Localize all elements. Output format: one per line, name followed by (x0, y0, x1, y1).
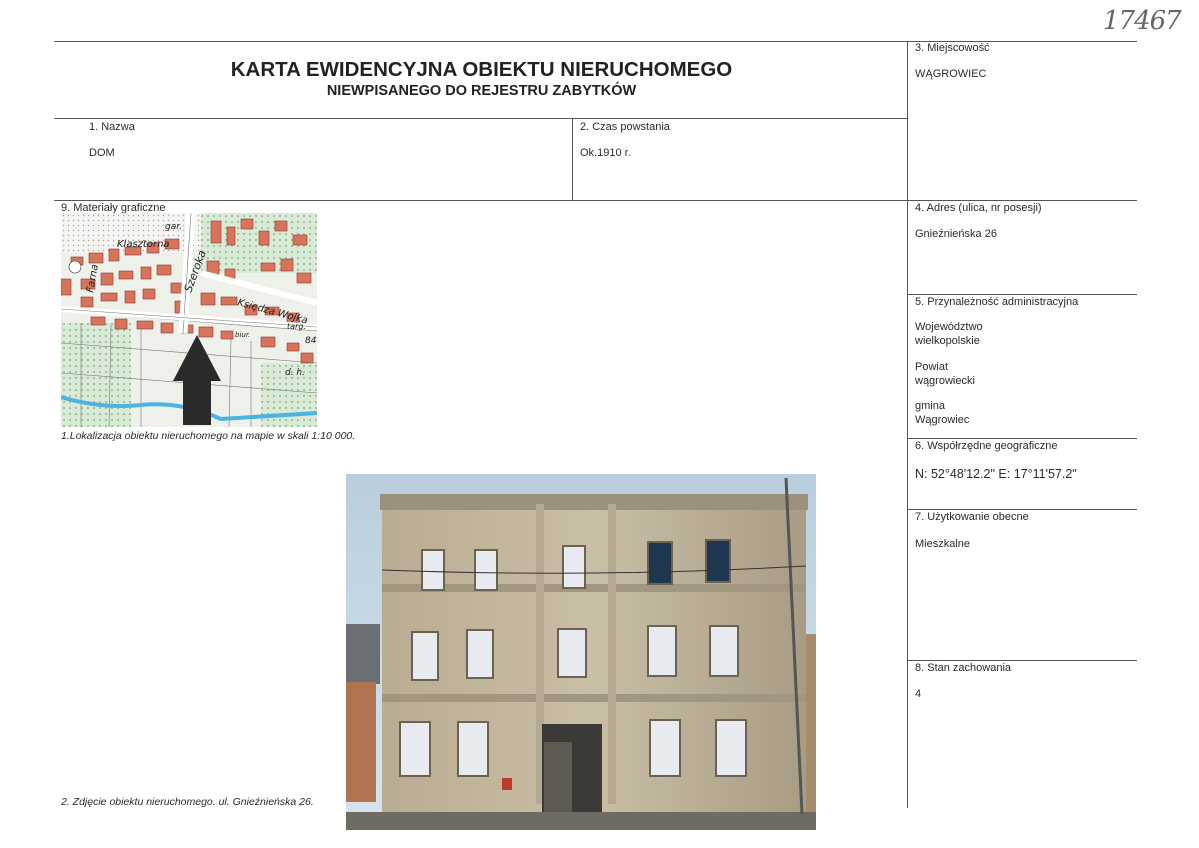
sep-8 (907, 660, 1137, 661)
document-subtitle: NIEWPISANEGO DO REJESTRU ZABYTKÓW (326, 83, 637, 99)
field-name-value: DOM (89, 147, 115, 159)
admin-voivodeship-label: Województwo (915, 321, 983, 333)
fields-divider (572, 118, 573, 200)
field-date-label: 2. Czas powstania (580, 121, 670, 133)
field-coordinates-label: 6. Współrzędne geograficzne (915, 440, 1058, 452)
field-usage-value: Mieszkalne (915, 538, 971, 550)
map-label-biur: biur. (235, 331, 250, 339)
handwritten-document-number: 17467 (1103, 6, 1182, 36)
right-column-divider (907, 41, 908, 808)
admin-commune-label: gmina (915, 400, 945, 412)
photo-caption: 2. Zdjęcie obiektu nieruchomego. ul. Gni… (61, 796, 314, 808)
field-address-label: 4. Adres (ulica, nr posesji) (915, 202, 1042, 214)
sep-7 (907, 509, 1137, 510)
field-name-label: 1. Nazwa (89, 121, 135, 133)
sep-5 (907, 294, 1137, 295)
sep-6 (907, 438, 1137, 439)
map-label-garage: gar. (165, 222, 182, 232)
field-usage-label: 7. Użytkowanie obecne (915, 511, 1029, 523)
admin-commune-value: Wągrowiec (915, 414, 970, 426)
map-label-targ: targ. (287, 322, 306, 331)
field-admin-label: 5. Przynależność administracyjna (915, 296, 1079, 308)
admin-county-value: wągrowiecki (915, 375, 975, 387)
field-locality-label: 3. Miejscowość (915, 42, 990, 54)
field-coordinates-value: N: 52°48'12.2" E: 17°11'57.2" (915, 467, 1077, 481)
location-map: gar. Klasztorna Farna Szeroka Księdza Wo… (61, 213, 317, 427)
admin-voivodeship-value: wielkopolskie (915, 335, 980, 347)
field-condition-label: 8. Stan zachowania (915, 662, 1012, 674)
map-label-84: 84 (305, 336, 317, 346)
header-bottom-border (54, 118, 907, 119)
document-title: KARTA EWIDENCYJNA OBIEKTU NIERUCHOMEGO (230, 58, 733, 81)
field-locality-value: WĄGROWIEC (915, 68, 987, 80)
fields-bottom-border (54, 200, 1137, 201)
map-label-klasztorna: Klasztorna (117, 239, 170, 250)
field-condition-value: 4 (915, 688, 922, 700)
field-date-value: Ok.1910 r. (580, 147, 631, 159)
admin-county-label: Powiat (915, 361, 949, 373)
field-address-value: Gnieźnieńska 26 (915, 228, 997, 240)
map-caption: 1.Lokalizacja obiektu nieruchomego na ma… (61, 430, 356, 442)
map-label-dh: d. h. (285, 368, 305, 378)
building-photo (346, 474, 816, 830)
